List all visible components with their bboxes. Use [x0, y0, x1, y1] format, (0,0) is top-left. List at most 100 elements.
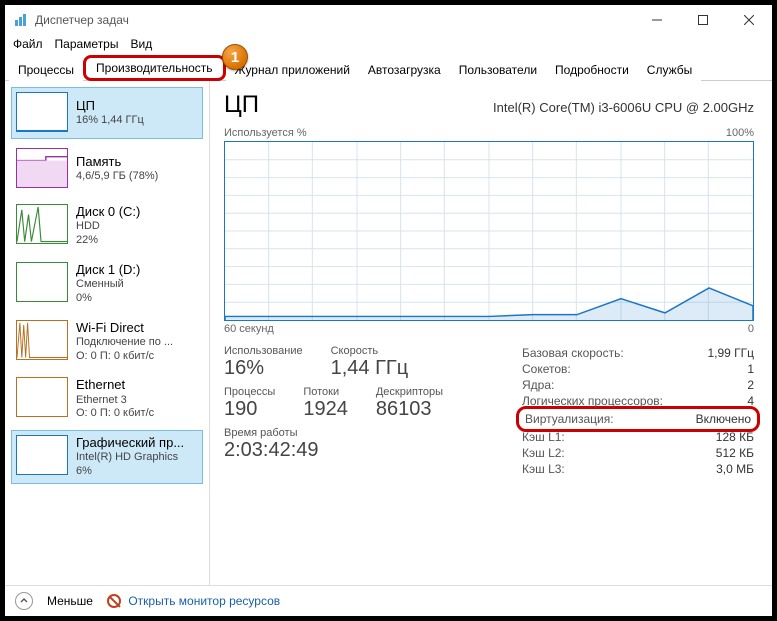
fewer-details-button[interactable] [15, 592, 33, 610]
chart-bottom-left-label: 60 секунд [224, 323, 274, 335]
sidebar-item-sub2: О: 0 П: 0 кбит/с [76, 407, 154, 421]
stat-key: Кэш L2: [522, 446, 565, 460]
cpu-thumb [16, 92, 68, 132]
sidebar-item-label: Диск 0 (C:) [76, 204, 140, 220]
chart-top-right-label: 100% [726, 127, 754, 139]
stat-key: Ядра: [522, 378, 554, 392]
stat-row: Ядра: 2 [522, 377, 754, 393]
page-title: ЦП [224, 91, 259, 119]
sidebar-item-disk0[interactable]: Диск 0 (C:) HDD 22% [11, 199, 203, 253]
tabstrip: Процессы Производительность Журнал прило… [5, 55, 772, 81]
menu-file[interactable]: Файл [13, 37, 43, 51]
menu-options[interactable]: Параметры [55, 37, 119, 51]
chart-bottom-right-label: 0 [748, 323, 754, 335]
fewer-label[interactable]: Меньше [47, 594, 93, 608]
sidebar-item-sub: Сменный [76, 278, 140, 292]
tab-performance[interactable]: Производительность [83, 55, 225, 81]
stat-key: Базовая скорость: [522, 346, 624, 360]
stat-row: Сокетов: 1 [522, 361, 754, 377]
disk-thumb [16, 262, 68, 302]
uptime-value: 2:03:42:49 [224, 439, 494, 462]
stat-value: 4 [747, 394, 754, 408]
window-buttons [634, 5, 772, 35]
sidebar-item-label: Графический пр... [76, 435, 184, 451]
stat-key: Виртуализация: [525, 412, 614, 426]
sidebar-item-sub: HDD [76, 220, 140, 234]
stat-row: Кэш L2: 512 КБ [522, 445, 754, 461]
content: ЦП 16% 1,44 ГГц Память 4,6/5,9 ГБ (78%) [5, 81, 772, 585]
stats: Использование 16% Скорость 1,44 ГГц Проц… [224, 345, 754, 477]
stat-value: 128 КБ [716, 430, 754, 444]
speed-label: Скорость [331, 345, 409, 357]
processes-label: Процессы [224, 386, 275, 398]
cpu-model: Intel(R) Core(TM) i3-6006U CPU @ 2.00GHz [493, 100, 754, 115]
processes-value: 190 [224, 398, 275, 421]
titlebar: Диспетчер задач [5, 5, 772, 35]
sidebar-item-sub2: 22% [76, 234, 140, 248]
gpu-thumb [16, 435, 68, 475]
sidebar-item-label: Память [76, 154, 158, 170]
stat-key: Логических процессоров: [522, 394, 663, 408]
disk-thumb [16, 204, 68, 244]
window-title: Диспетчер задач [35, 13, 129, 27]
sidebar-item-sub: 4,6/5,9 ГБ (78%) [76, 170, 158, 184]
minimize-button[interactable] [634, 5, 680, 35]
sidebar-item-gpu[interactable]: Графический пр... Intel(R) HD Graphics 6… [11, 430, 203, 484]
tab-processes[interactable]: Процессы [9, 58, 83, 81]
tab-startup[interactable]: Автозагрузка [359, 58, 450, 81]
main-panel: ЦП Intel(R) Core(TM) i3-6006U CPU @ 2.00… [210, 81, 772, 585]
stat-value: 2 [747, 378, 754, 392]
close-button[interactable] [726, 5, 772, 35]
speed-value: 1,44 ГГц [331, 357, 409, 380]
sidebar-item-label: ЦП [76, 98, 144, 114]
sidebar-item-sub2: 6% [76, 465, 184, 479]
cpu-chart [224, 141, 754, 321]
threads-value: 1924 [303, 398, 348, 421]
sidebar-item-memory[interactable]: Память 4,6/5,9 ГБ (78%) [11, 143, 203, 195]
menubar: Файл Параметры Вид [5, 35, 772, 55]
sidebar-item-sub: Intel(R) HD Graphics [76, 451, 184, 465]
wifi-thumb [16, 320, 68, 360]
menu-view[interactable]: Вид [130, 37, 152, 51]
stat-key: Кэш L1: [522, 430, 565, 444]
annotation-badge-1: 1 [222, 44, 248, 70]
stat-value: 3,0 МБ [716, 462, 754, 476]
sidebar-item-sub2: О: 0 П: 0 кбит/с [76, 350, 173, 364]
sidebar-item-cpu[interactable]: ЦП 16% 1,44 ГГц [11, 87, 203, 139]
sidebar-item-sub: Ethernet 3 [76, 394, 154, 408]
sidebar-item-wifi[interactable]: Wi-Fi Direct Подключение по ... О: 0 П: … [11, 315, 203, 369]
sidebar-item-label: Ethernet [76, 377, 154, 393]
stat-key: Кэш L3: [522, 462, 565, 476]
handles-label: Дескрипторы [376, 386, 443, 398]
handles-value: 86103 [376, 398, 443, 421]
stat-row: Базовая скорость: 1,99 ГГц [522, 345, 754, 361]
sidebar-item-label: Диск 1 (D:) [76, 262, 140, 278]
usage-label: Использование [224, 345, 303, 357]
tab-users[interactable]: Пользователи [450, 58, 546, 81]
tab-details[interactable]: Подробности [546, 58, 638, 81]
stat-value: 1,99 ГГц [707, 346, 754, 360]
chart-top-left-label: Используется % [224, 127, 307, 139]
stat-value: 1 [747, 362, 754, 376]
sidebar-item-sub2: 0% [76, 292, 140, 306]
stat-key: Сокетов: [522, 362, 571, 376]
sidebar-item-disk1[interactable]: Диск 1 (D:) Сменный 0% [11, 257, 203, 311]
tab-services[interactable]: Службы [638, 58, 701, 81]
maximize-button[interactable] [680, 5, 726, 35]
memory-thumb [16, 148, 68, 188]
ethernet-thumb [16, 377, 68, 417]
sidebar-item-label: Wi-Fi Direct [76, 320, 173, 336]
stat-row: Кэш L1: 128 КБ [522, 429, 754, 445]
uptime-label: Время работы [224, 427, 494, 439]
sidebar-item-sub: 16% 1,44 ГГц [76, 114, 144, 128]
stat-value: 512 КБ [716, 446, 754, 460]
resource-monitor-icon [107, 594, 121, 608]
sidebar-item-sub: Подключение по ... [76, 336, 173, 350]
sidebar-item-ethernet[interactable]: Ethernet Ethernet 3 О: 0 П: 0 кбит/с [11, 372, 203, 426]
app-icon [13, 12, 29, 28]
threads-label: Потоки [303, 386, 348, 398]
sidebar: ЦП 16% 1,44 ГГц Память 4,6/5,9 ГБ (78%) [5, 81, 210, 585]
open-resource-monitor[interactable]: Открыть монитор ресурсов [107, 594, 280, 608]
stat-row: Кэш L3: 3,0 МБ [522, 461, 754, 477]
stat-value: Включено [696, 412, 751, 426]
